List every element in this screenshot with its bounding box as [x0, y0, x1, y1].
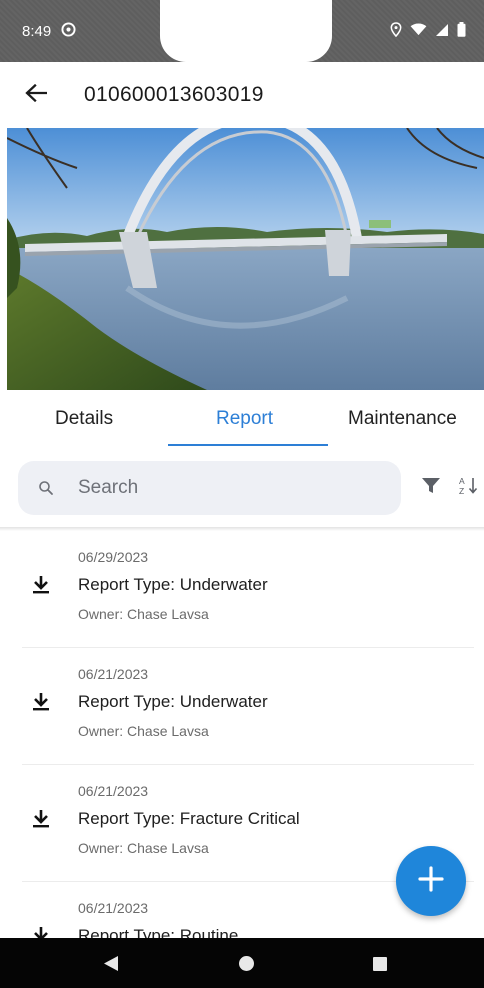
signal-icon [435, 23, 449, 41]
status-right [390, 22, 466, 41]
report-item[interactable]: 06/29/2023 Report Type: Underwater Owner… [0, 531, 484, 648]
sort-button[interactable]: A Z [457, 476, 481, 500]
filter-icon [421, 477, 441, 500]
download-icon [32, 576, 50, 599]
report-owner: Owner: Chase Lavsa [78, 723, 209, 739]
svg-text:A: A [459, 476, 465, 486]
report-type: Report Type: Fracture Critical [78, 809, 300, 828]
battery-icon [457, 22, 466, 41]
report-item[interactable]: 06/21/2023 Report Type: Underwater Owner… [0, 648, 484, 765]
report-type: Report Type: Routine [78, 926, 239, 938]
nav-back-button[interactable] [103, 955, 119, 977]
report-type: Report Type: Underwater [78, 575, 268, 594]
nav-recents-button[interactable] [373, 957, 387, 971]
app-bar: 010600013603019 [0, 62, 484, 128]
report-owner: Owner: Chase Lavsa [78, 606, 209, 622]
tab-report[interactable]: Report [216, 408, 273, 430]
download-button[interactable] [32, 926, 56, 938]
report-date: 06/21/2023 [78, 783, 149, 799]
page-title: 010600013603019 [84, 83, 264, 106]
report-date: 06/21/2023 [78, 900, 149, 916]
download-button[interactable] [32, 575, 56, 599]
filter-button[interactable] [419, 476, 443, 500]
tab-bar: Details Report Maintenance [0, 398, 484, 448]
plus-icon [418, 865, 444, 897]
bridge-photo [7, 128, 484, 390]
report-owner: Owner: Chase Lavsa [78, 840, 209, 856]
status-time: 8:49 [22, 23, 52, 40]
add-report-button[interactable] [396, 846, 466, 916]
download-button[interactable] [32, 809, 56, 833]
report-date: 06/29/2023 [78, 549, 149, 565]
svg-text:Z: Z [459, 486, 464, 496]
triangle-back-icon [103, 956, 119, 976]
nav-home-button[interactable] [239, 956, 254, 971]
tab-details[interactable]: Details [55, 408, 113, 430]
search-icon [38, 480, 54, 496]
download-icon [32, 810, 50, 833]
report-type: Report Type: Underwater [78, 692, 268, 711]
do-not-disturb-icon [61, 22, 76, 41]
status-bar: 8:49 [0, 0, 484, 62]
arrow-left-icon [25, 83, 48, 107]
status-left: 8:49 [22, 22, 76, 41]
wifi-icon [410, 23, 427, 40]
back-button[interactable] [6, 62, 66, 128]
active-tab-indicator [168, 444, 328, 446]
search-input[interactable] [76, 476, 380, 500]
location-icon [390, 22, 402, 41]
report-date: 06/21/2023 [78, 666, 149, 682]
system-nav-bar [0, 938, 484, 988]
sort-az-icon: A Z [458, 475, 480, 502]
tab-maintenance[interactable]: Maintenance [348, 408, 457, 430]
download-icon [32, 693, 50, 716]
camera-notch [160, 0, 332, 62]
download-button[interactable] [32, 692, 56, 716]
search-bar[interactable] [18, 461, 401, 515]
